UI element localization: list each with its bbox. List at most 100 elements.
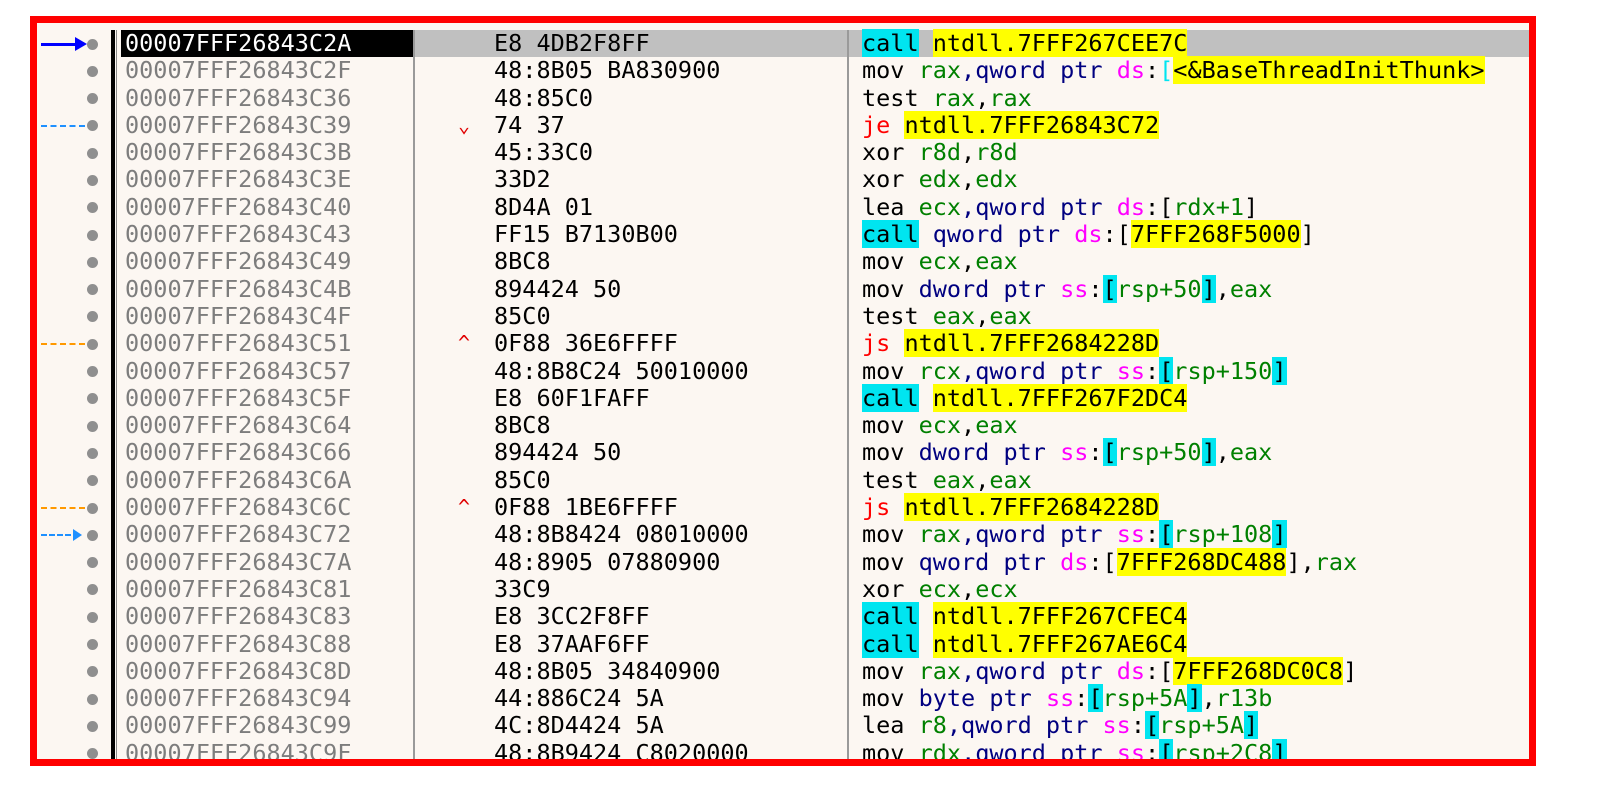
instruction-cell[interactable]: js ntdll.7FFF2684228D	[862, 329, 1529, 358]
address-cell[interactable]: 00007FFF26843C40	[121, 193, 413, 221]
breakpoint-gutter[interactable]	[37, 740, 105, 759]
disasm-row[interactable]: 00007FFF26843C40 8D4A 01 lea ecx,qword ptr…	[37, 193, 1529, 222]
bytes-cell[interactable]: 48:8905 07880900	[494, 548, 720, 576]
disasm-row[interactable]: 00007FFF26843C3B 45:33C0 xor r8d,r8d	[37, 138, 1529, 167]
breakpoint-dot-icon[interactable]	[87, 366, 98, 378]
instruction-cell[interactable]: test rax,rax	[862, 84, 1529, 112]
disasm-row[interactable]: 00007FFF26843C81 33C9 xor ecx,ecx	[37, 575, 1529, 604]
address-cell[interactable]: 00007FFF26843C51	[121, 329, 413, 357]
disasm-row[interactable]: 00007FFF26843C3E 33D2 xor edx,edx	[37, 166, 1529, 194]
bytes-cell[interactable]: 44:886C24 5A	[494, 684, 664, 712]
instruction-cell[interactable]: xor r8d,r8d	[862, 139, 1529, 166]
instruction-cell[interactable]: test eax,eax	[862, 466, 1529, 494]
breakpoint-gutter[interactable]	[37, 385, 105, 412]
disasm-row[interactable]: 00007FFF26843C88 E8 37AAF6FF call ntdll.7F…	[37, 629, 1529, 658]
breakpoint-dot-icon[interactable]	[87, 420, 98, 432]
disasm-row[interactable]: 00007FFF26843C5F E8 60F1FAFF call ntdll.7F…	[37, 383, 1529, 413]
instruction-cell[interactable]: call qword ptr ds:[7FFF268F5000]	[862, 220, 1529, 249]
instruction-cell[interactable]: mov rax,qword ptr ss:[rsp+108]	[862, 520, 1529, 549]
bytes-cell[interactable]: 48:8B05 BA830900	[494, 56, 720, 84]
breakpoint-dot-icon[interactable]	[87, 120, 98, 132]
breakpoint-dot-icon[interactable]	[87, 147, 98, 159]
instruction-cell[interactable]: mov rax,qword ptr ds:[<&BaseThreadInitTh…	[862, 56, 1529, 85]
breakpoint-dot-icon[interactable]	[87, 311, 98, 323]
breakpoint-gutter[interactable]	[37, 85, 105, 112]
instruction-cell[interactable]: mov ecx,eax	[862, 248, 1529, 275]
disasm-row[interactable]: 00007FFF26843C66 894424 50 mov dword ptr s…	[37, 438, 1529, 467]
disasm-row[interactable]: 00007FFF26843C2A E8 4DB2F8FF call ntdll.7F…	[37, 29, 1529, 58]
address-cell[interactable]: 00007FFF26843C66	[121, 439, 413, 467]
disasm-row[interactable]: 00007FFF26843C2F 48:8B05 BA830900 mov rax,…	[37, 56, 1529, 85]
bytes-cell[interactable]: 74 37	[494, 111, 565, 139]
bytes-cell[interactable]: E8 3CC2F8FF	[494, 602, 650, 630]
instruction-cell[interactable]: lea ecx,qword ptr ds:[rdx+1]	[862, 193, 1529, 221]
address-cell[interactable]: 00007FFF26843C3E	[121, 166, 413, 194]
bytes-cell[interactable]: 8BC8	[494, 411, 551, 439]
breakpoint-gutter[interactable]	[37, 248, 105, 275]
breakpoint-dot-icon[interactable]	[87, 639, 98, 651]
bytes-cell[interactable]: 33C9	[494, 575, 551, 603]
breakpoint-dot-icon[interactable]	[87, 447, 98, 459]
instruction-cell[interactable]: call ntdll.7FFF267F2DC4	[862, 383, 1529, 412]
breakpoint-gutter[interactable]	[37, 139, 105, 166]
instruction-cell[interactable]: call ntdll.7FFF267CEE7C	[862, 29, 1529, 57]
address-cell[interactable]: 00007FFF26843C3B	[121, 138, 413, 166]
bytes-cell[interactable]: 85C0	[494, 302, 551, 330]
instruction-cell[interactable]: mov rcx,qword ptr ss:[rsp+150]	[862, 356, 1529, 385]
instruction-cell[interactable]: mov qword ptr ds:[7FFF268DC488],rax	[862, 547, 1529, 576]
address-cell[interactable]: 00007FFF26843C94	[121, 684, 413, 712]
bytes-cell[interactable]: 45:33C0	[494, 138, 593, 166]
breakpoint-gutter[interactable]	[37, 658, 105, 685]
breakpoint-dot-icon[interactable]	[87, 584, 98, 596]
breakpoint-dot-icon[interactable]	[87, 557, 98, 569]
instruction-cell[interactable]: je ntdll.7FFF26843C72	[862, 110, 1529, 139]
breakpoint-gutter[interactable]	[37, 685, 105, 712]
disasm-row[interactable]: 00007FFF26843C9F 48:8B9424 C8020000 mov rd…	[37, 738, 1529, 759]
disasm-row[interactable]: 00007FFF26843C4F 85C0 test eax,eax	[37, 302, 1529, 331]
breakpoint-gutter[interactable]	[37, 276, 105, 303]
breakpoint-dot-icon[interactable]	[87, 338, 98, 350]
address-cell[interactable]: 00007FFF26843C2A	[121, 29, 413, 58]
instruction-cell[interactable]: mov ecx,eax	[862, 412, 1529, 439]
breakpoint-gutter[interactable]	[37, 521, 105, 548]
disasm-row[interactable]: 00007FFF26843C43 FF15 B7130B00 call qword …	[37, 220, 1529, 249]
bytes-cell[interactable]: E8 37AAF6FF	[494, 630, 650, 658]
breakpoint-gutter[interactable]	[37, 194, 105, 221]
address-cell[interactable]: 00007FFF26843C99	[121, 712, 413, 740]
address-cell[interactable]: 00007FFF26843C39	[121, 111, 413, 139]
instruction-cell[interactable]: mov rdx,qword ptr ss:[rsp+2C8]	[862, 738, 1529, 759]
address-cell[interactable]: 00007FFF26843C36	[121, 84, 413, 112]
bytes-cell[interactable]: 48:8B8C24 50010000	[494, 357, 749, 385]
breakpoint-gutter[interactable]	[37, 494, 105, 521]
instruction-cell[interactable]: lea r8,qword ptr ss:[rsp+5A]	[862, 711, 1529, 740]
address-cell[interactable]: 00007FFF26843C43	[121, 220, 413, 248]
address-cell[interactable]: 00007FFF26843C49	[121, 248, 413, 276]
instruction-cell[interactable]: xor ecx,ecx	[862, 575, 1529, 603]
instruction-cell[interactable]: mov byte ptr ss:[rsp+5A],r13b	[862, 684, 1529, 713]
address-cell[interactable]: 00007FFF26843C8D	[121, 657, 413, 685]
bytes-cell[interactable]: FF15 B7130B00	[494, 220, 678, 248]
bytes-cell[interactable]: 4C:8D4424 5A	[494, 712, 664, 740]
breakpoint-dot-icon[interactable]	[87, 65, 98, 77]
address-cell[interactable]: 00007FFF26843C64	[121, 411, 413, 439]
breakpoint-dot-icon[interactable]	[87, 202, 98, 214]
instruction-cell[interactable]: call ntdll.7FFF267AE6C4	[862, 629, 1529, 658]
address-cell[interactable]: 00007FFF26843C83	[121, 602, 413, 630]
breakpoint-dot-icon[interactable]	[87, 284, 98, 296]
address-cell[interactable]: 00007FFF26843C6A	[121, 466, 413, 494]
bytes-cell[interactable]: 0F88 1BE6FFFF	[494, 493, 678, 521]
breakpoint-gutter[interactable]	[37, 439, 105, 466]
instruction-cell[interactable]: xor edx,edx	[862, 166, 1529, 193]
bytes-cell[interactable]: 48:8B8424 08010000	[494, 521, 749, 549]
disasm-row[interactable]: 00007FFF26843C8D 48:8B05 34840900 mov rax,…	[37, 656, 1529, 686]
instruction-cell[interactable]: mov dword ptr ss:[rsp+50],eax	[862, 438, 1529, 467]
address-cell[interactable]: 00007FFF26843C4F	[121, 302, 413, 330]
breakpoint-dot-icon[interactable]	[87, 666, 98, 678]
breakpoint-dot-icon[interactable]	[87, 611, 98, 623]
address-cell[interactable]: 00007FFF26843C57	[121, 357, 413, 385]
instruction-cell[interactable]: mov dword ptr ss:[rsp+50],eax	[862, 274, 1529, 303]
disasm-row[interactable]: 00007FFF26843C6C ^ 0F88 1BE6FFFF js ntdll.7…	[37, 493, 1529, 522]
disasm-row[interactable]: 00007FFF26843C94 44:886C24 5A mov byte ptr…	[37, 684, 1529, 713]
breakpoint-dot-icon[interactable]	[87, 229, 98, 241]
instruction-cell[interactable]: js ntdll.7FFF2684228D	[862, 493, 1529, 522]
